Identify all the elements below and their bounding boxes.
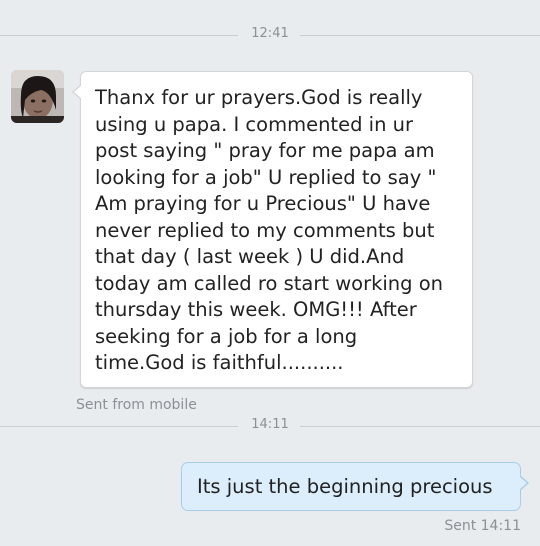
divider-time: 12:41 [251, 26, 289, 41]
outgoing-message-text: Its just the beginning precious [197, 475, 493, 498]
divider-line [300, 426, 540, 427]
incoming-message-meta: Sent from mobile [76, 397, 197, 413]
incoming-message-text: Thanx for ur prayers.God is really using… [95, 86, 444, 374]
outgoing-message-meta: Sent 14:11 [444, 518, 521, 534]
outgoing-message-bubble[interactable]: Its just the beginning precious [181, 462, 529, 511]
divider-time: 14:11 [251, 417, 289, 432]
incoming-message-bubble[interactable]: Thanx for ur prayers.God is really using… [72, 71, 473, 388]
time-divider-2: 14:11 [0, 416, 540, 436]
contact-avatar-icon[interactable] [11, 70, 64, 123]
time-divider-1: 12:41 [0, 25, 540, 45]
divider-line [300, 35, 540, 36]
